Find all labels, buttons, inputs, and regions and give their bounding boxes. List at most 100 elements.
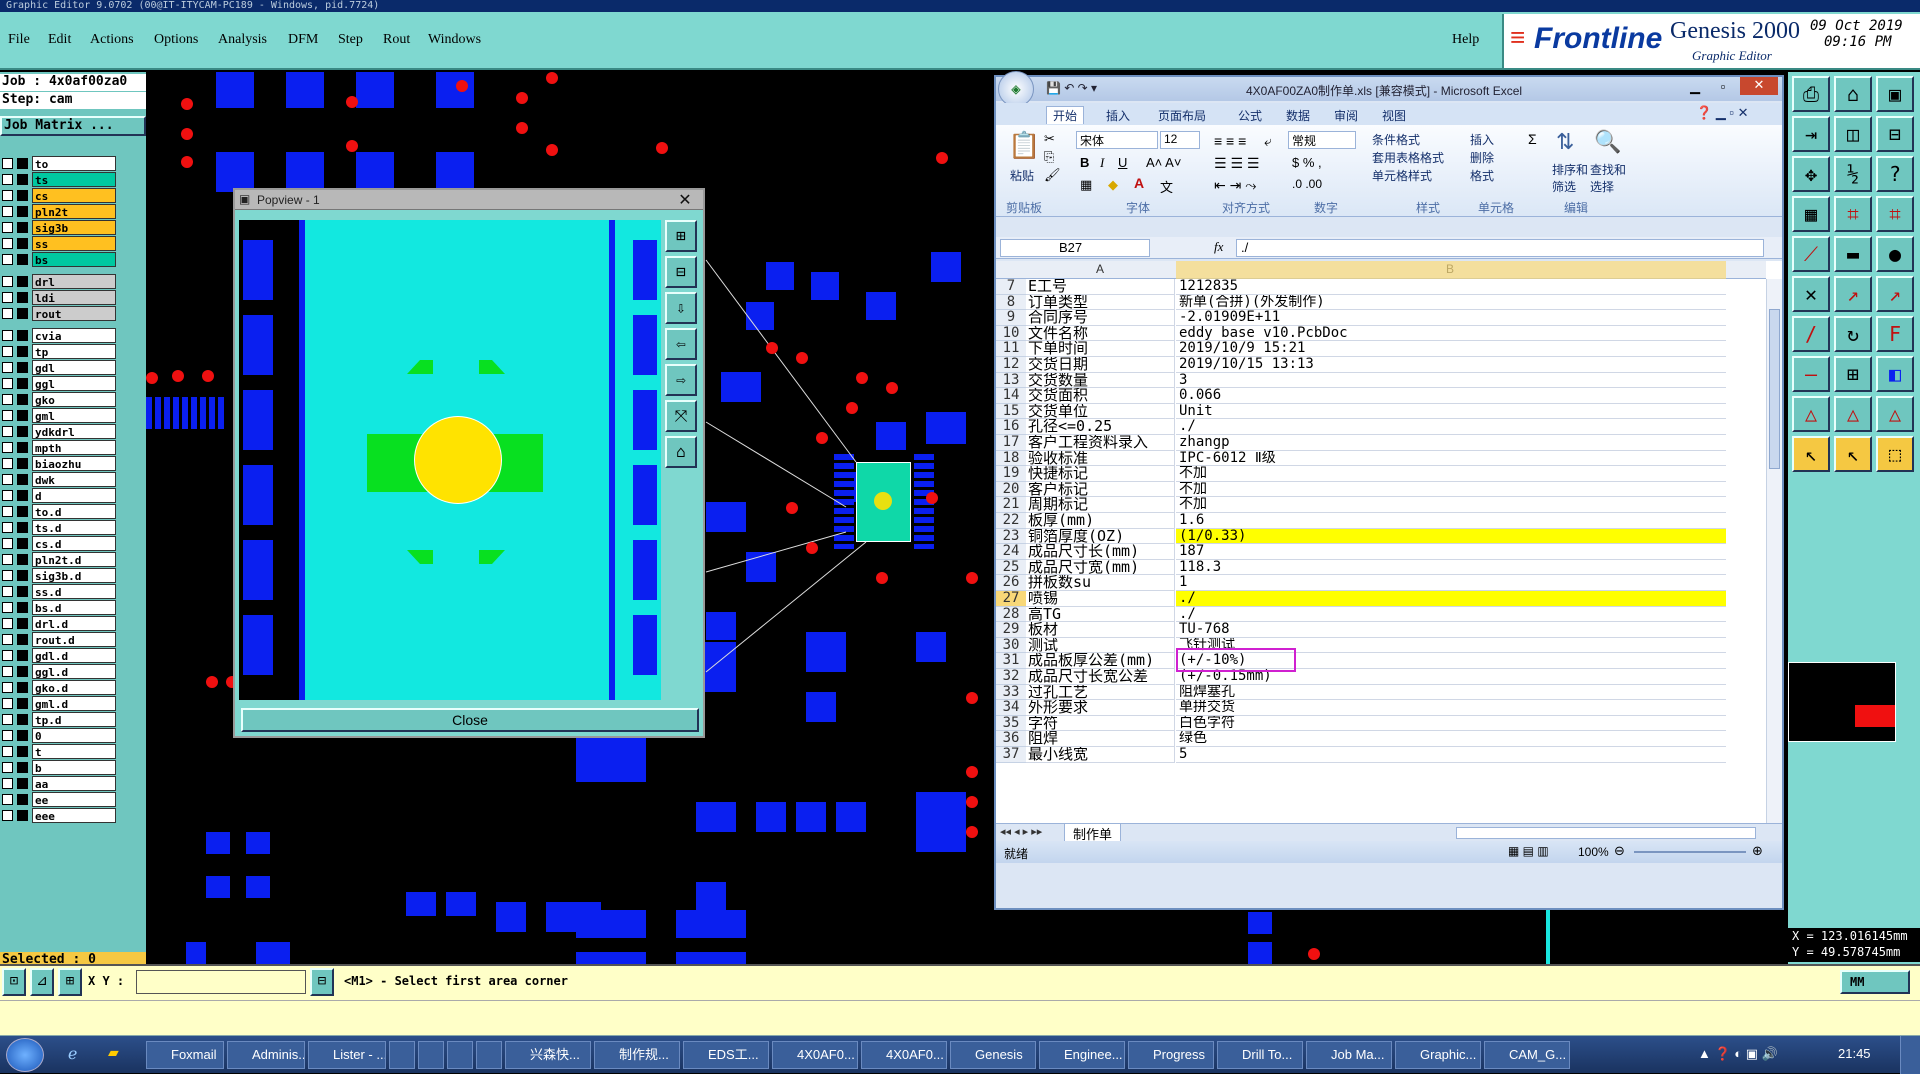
snap-toggle-icon[interactable]: ⊡ bbox=[2, 968, 26, 996]
window-icon[interactable]: ▣ bbox=[1876, 76, 1914, 112]
layer-checkbox[interactable] bbox=[2, 538, 13, 549]
layer-color-swatch[interactable] bbox=[17, 666, 28, 677]
help-icon[interactable]: ? bbox=[1876, 156, 1914, 192]
conditional-format-button[interactable]: 条件格式 bbox=[1372, 131, 1420, 148]
layer-name[interactable]: ee bbox=[32, 792, 116, 807]
mini-view[interactable] bbox=[1788, 662, 1896, 742]
tab-insert[interactable]: 插入 bbox=[1106, 107, 1130, 124]
zoom-slider[interactable] bbox=[1634, 851, 1746, 853]
row-header[interactable]: 22 bbox=[996, 513, 1026, 529]
taskbar-item[interactable]: 兴森快... bbox=[505, 1041, 591, 1069]
grid-toggle-icon[interactable]: ⊞ bbox=[58, 968, 82, 996]
menu-edit[interactable]: Edit bbox=[48, 32, 71, 48]
layer-row[interactable]: d bbox=[0, 488, 118, 503]
layer-checkbox[interactable] bbox=[2, 714, 13, 725]
row-header[interactable]: 27 bbox=[996, 591, 1026, 607]
cell-b[interactable]: 5 bbox=[1176, 747, 1726, 763]
indent-icon[interactable]: ⇤ ⇥ ⤳ bbox=[1214, 177, 1256, 194]
layer-row[interactable]: rout bbox=[0, 306, 118, 321]
layer-name[interactable]: tp.d bbox=[32, 712, 116, 727]
sort-filter-button[interactable]: 排序和筛选 bbox=[1552, 161, 1588, 195]
layer-row[interactable]: gml bbox=[0, 408, 118, 423]
row-header[interactable]: 16 bbox=[996, 419, 1026, 435]
layer-row[interactable]: 0 bbox=[0, 728, 118, 743]
cell-a[interactable]: E工号 bbox=[1026, 279, 1175, 295]
layer-color-swatch[interactable] bbox=[17, 190, 28, 201]
layer-checkbox[interactable] bbox=[2, 522, 13, 533]
layer-checkbox[interactable] bbox=[2, 634, 13, 645]
home-icon[interactable]: ⌂ bbox=[1834, 76, 1872, 112]
cell-a[interactable]: 合同序号 bbox=[1026, 310, 1175, 326]
row-header[interactable]: 10 bbox=[996, 325, 1026, 342]
cell-a[interactable]: 成品尺寸长(mm) bbox=[1026, 544, 1175, 560]
row-header[interactable]: 17 bbox=[996, 435, 1026, 451]
layer-name[interactable]: pln2t bbox=[32, 204, 116, 219]
table-format-button[interactable]: 套用表格格式 bbox=[1372, 149, 1444, 166]
layer-checkbox[interactable] bbox=[2, 254, 13, 265]
layer-row[interactable]: ee bbox=[0, 792, 118, 807]
layer-color-swatch[interactable] bbox=[17, 714, 28, 725]
layer-name[interactable]: eee bbox=[32, 808, 116, 823]
layer-checkbox[interactable] bbox=[2, 410, 13, 421]
row-header[interactable]: 35 bbox=[996, 715, 1026, 732]
select-box-icon[interactable]: ↖ bbox=[1834, 436, 1872, 472]
layer-color-swatch[interactable] bbox=[17, 554, 28, 565]
horizontal-scrollbar[interactable] bbox=[1456, 827, 1756, 839]
layer-color-swatch[interactable] bbox=[17, 276, 28, 287]
row-header[interactable]: 18 bbox=[996, 450, 1026, 467]
layer-color-swatch[interactable] bbox=[17, 762, 28, 773]
layer-checkbox[interactable] bbox=[2, 330, 13, 341]
layer-checkbox[interactable] bbox=[2, 746, 13, 757]
layer-name[interactable]: ts.d bbox=[32, 520, 116, 535]
cell-b[interactable]: eddy_base_v10.PcbDoc bbox=[1176, 326, 1726, 342]
cell-b[interactable]: ./ bbox=[1176, 591, 1726, 607]
layer-checkbox[interactable] bbox=[2, 810, 13, 821]
format-painter-icon[interactable]: 🖌 bbox=[1044, 167, 1061, 183]
layer-color-swatch[interactable] bbox=[17, 746, 28, 757]
cell-a[interactable]: 验收标准 bbox=[1026, 450, 1175, 467]
layer-checkbox[interactable] bbox=[2, 394, 13, 405]
layer-color-swatch[interactable] bbox=[17, 634, 28, 645]
units-button[interactable]: MM bbox=[1840, 970, 1910, 994]
layer-color-swatch[interactable] bbox=[17, 810, 28, 821]
sheet-nav-icons[interactable]: ◂◂ ◂ ▸ ▸▸ bbox=[1000, 825, 1042, 838]
start-button[interactable] bbox=[6, 1038, 44, 1072]
font-name-select[interactable]: 宋体 bbox=[1076, 131, 1158, 149]
insert-cells-button[interactable]: 插入 bbox=[1470, 131, 1494, 148]
split-icon[interactable]: ◫ bbox=[1834, 116, 1872, 152]
layer-checkbox[interactable] bbox=[2, 682, 13, 693]
layer-checkbox[interactable] bbox=[2, 618, 13, 629]
layer-row[interactable]: ss bbox=[0, 236, 118, 251]
layer-name[interactable]: rout bbox=[32, 306, 116, 321]
menu-options[interactable]: Options bbox=[154, 32, 198, 48]
taskbar-item[interactable]: Lister - ... bbox=[308, 1041, 386, 1069]
layer-checkbox[interactable] bbox=[2, 362, 13, 373]
layer-name[interactable]: biaozhu bbox=[32, 456, 116, 471]
cell-b[interactable]: IPC-6012 Ⅱ级 bbox=[1176, 451, 1726, 467]
surface-icon[interactable]: △ bbox=[1834, 396, 1872, 432]
layer-color-swatch[interactable] bbox=[17, 602, 28, 613]
cell-a[interactable]: 订单类型 bbox=[1026, 294, 1175, 311]
layer-row[interactable]: sig3b.d bbox=[0, 568, 118, 583]
layer-checkbox[interactable] bbox=[2, 490, 13, 501]
layer-row[interactable]: aa bbox=[0, 776, 118, 791]
row-header[interactable]: 19 bbox=[996, 466, 1026, 482]
paste-icon[interactable]: 📋 bbox=[1008, 131, 1040, 161]
formula-bar[interactable]: ./ bbox=[1236, 239, 1764, 257]
wrap-text-icon[interactable]: ⤶ bbox=[1264, 133, 1272, 150]
layer-row[interactable]: tp.d bbox=[0, 712, 118, 727]
row-header[interactable]: 34 bbox=[996, 700, 1026, 716]
layer-row[interactable]: pln2t.d bbox=[0, 552, 118, 567]
popview-window[interactable]: ▣ Popview - 1 ✕ ⊞ ⊟ ⇩ ⇦ ⇨ ⤧ ⌂ Close bbox=[233, 188, 705, 738]
layer-checkbox[interactable] bbox=[2, 586, 13, 597]
menu-step[interactable]: Step bbox=[338, 32, 363, 48]
spreadsheet-grid[interactable]: A B 7E工号12128358订单类型新单(合拼)(外发制作)9合同序号-2.… bbox=[996, 261, 1782, 823]
cell-style-button[interactable]: 单元格样式 bbox=[1372, 167, 1432, 184]
tray-icons[interactable]: ▲ ❓ ◐ ▣ 🔊 bbox=[1698, 1046, 1778, 1062]
office-button[interactable]: ◈ bbox=[998, 71, 1034, 107]
row-header[interactable]: 37 bbox=[996, 747, 1026, 763]
layer-checkbox[interactable] bbox=[2, 308, 13, 319]
layer-row[interactable]: tp bbox=[0, 344, 118, 359]
row-header[interactable]: 32 bbox=[996, 669, 1026, 685]
pad-icon[interactable]: ⊞ bbox=[1834, 356, 1872, 392]
